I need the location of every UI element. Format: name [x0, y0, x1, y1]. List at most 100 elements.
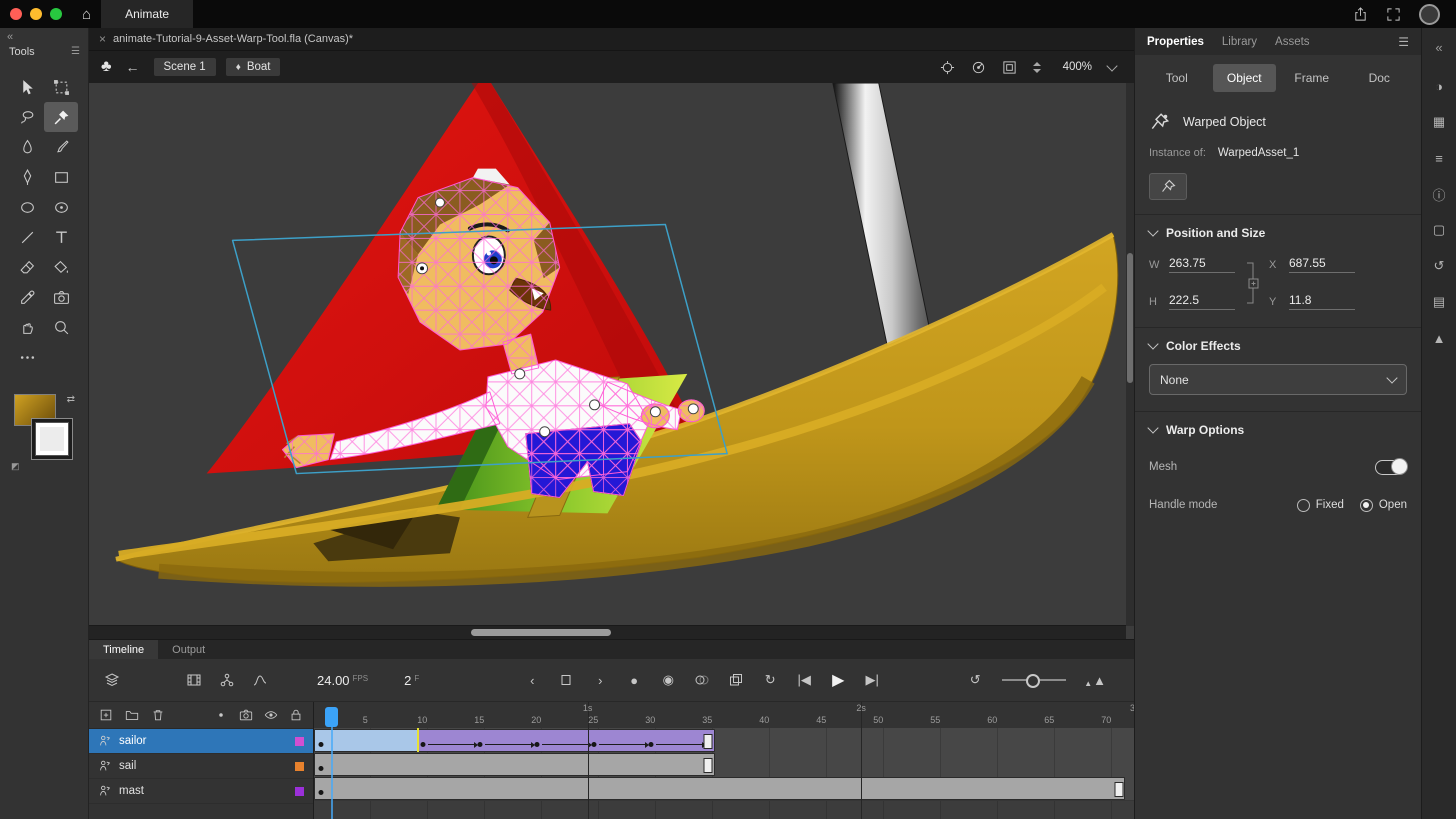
timeline-playhead[interactable]	[325, 707, 337, 727]
layer-sailor[interactable]: sailor	[89, 729, 313, 754]
more-tools[interactable]	[10, 342, 44, 372]
keyframe-dot[interactable]	[421, 742, 426, 747]
swap-asset-button[interactable]	[1149, 173, 1187, 200]
y-field[interactable]: Y 11.8	[1269, 293, 1355, 310]
onion-skin-button[interactable]: ◉	[659, 672, 677, 688]
layer-parenting-icon[interactable]	[218, 672, 236, 688]
timeline-frames[interactable]: 1s2s3s510152025303540455055606570	[314, 702, 1134, 819]
align-panel-icon[interactable]: ≡	[1424, 140, 1454, 176]
timeline-zoom-slider[interactable]	[1002, 679, 1066, 681]
keyframe-dot[interactable]	[649, 742, 654, 747]
handle-mode-fixed[interactable]: Fixed	[1297, 499, 1344, 512]
rectangle-tool[interactable]	[44, 162, 78, 192]
slider-knob[interactable]	[1026, 674, 1040, 688]
fluid-brush-tool[interactable]	[10, 132, 44, 162]
layer-color-chip[interactable]	[295, 737, 304, 746]
close-window-button[interactable]	[10, 8, 22, 20]
lasso-tool[interactable]	[10, 102, 44, 132]
timeline-tab-timeline[interactable]: Timeline	[89, 640, 158, 659]
pen-tool[interactable]	[10, 162, 44, 192]
panel-tab-properties[interactable]: Properties	[1147, 36, 1204, 48]
clip-content-icon[interactable]	[1002, 60, 1017, 75]
warp-options-header[interactable]: Warp Options	[1135, 412, 1421, 448]
document-tab-title[interactable]: animate-Tutorial-9-Asset-Warp-Tool.fla (…	[113, 33, 353, 45]
collapse-panels-icon[interactable]: «	[1424, 34, 1454, 60]
hand-tool[interactable]	[10, 312, 44, 342]
center-stage-icon[interactable]	[940, 60, 955, 75]
timeline-tab-output[interactable]: Output	[158, 640, 219, 659]
text-tool[interactable]	[44, 222, 78, 252]
primitive-oval-tool[interactable]	[44, 192, 78, 222]
eyedropper-tool[interactable]	[10, 282, 44, 312]
eraser-tool[interactable]	[10, 252, 44, 282]
swap-colors-icon[interactable]: ⇄	[67, 394, 75, 405]
onion-outline-button[interactable]	[693, 672, 711, 688]
frame-span[interactable]	[314, 753, 715, 776]
go-to-first-frame-button[interactable]: |◀	[795, 672, 813, 688]
height-field[interactable]: H 222.5	[1149, 293, 1235, 310]
zoom-control[interactable]: 400%	[1057, 58, 1122, 76]
film-strip-icon[interactable]	[185, 672, 203, 688]
home-icon[interactable]: ⌂	[82, 6, 91, 23]
properties-subtab-frame[interactable]: Frame	[1280, 64, 1344, 92]
app-tab-animate[interactable]: Animate	[101, 0, 193, 28]
close-document-icon[interactable]: ×	[99, 32, 106, 46]
selection-tool[interactable]	[10, 72, 44, 102]
properties-subtab-tool[interactable]: Tool	[1145, 64, 1209, 92]
x-value[interactable]: 687.55	[1289, 256, 1355, 273]
width-value[interactable]: 263.75	[1169, 256, 1235, 273]
keyframe-dot[interactable]	[318, 790, 323, 795]
swatches-panel-icon[interactable]: ▦	[1424, 104, 1454, 140]
panel-menu-icon[interactable]: ☰	[1398, 35, 1409, 49]
zoom-tool[interactable]	[44, 312, 78, 342]
x-field[interactable]: X 687.55	[1269, 256, 1355, 273]
rotation-icon[interactable]	[971, 60, 986, 75]
minimize-window-button[interactable]	[30, 8, 42, 20]
frame-span[interactable]	[417, 729, 715, 752]
profile-avatar[interactable]	[1419, 4, 1440, 25]
y-value[interactable]: 11.8	[1289, 293, 1355, 310]
classic-brush-tool[interactable]	[44, 132, 78, 162]
properties-subtab-object[interactable]: Object	[1213, 64, 1277, 92]
breadcrumb-symbol[interactable]: ♦ Boat	[226, 58, 281, 76]
layers-icon[interactable]	[103, 672, 121, 688]
panel-tab-library[interactable]: Library	[1222, 36, 1257, 48]
play-button[interactable]: ▶	[829, 670, 847, 690]
paint-bucket-tool[interactable]	[44, 252, 78, 282]
stage-artwork[interactable]	[89, 83, 1134, 626]
motion-presets-panel-icon[interactable]: ▲	[1424, 320, 1454, 356]
camera-tool[interactable]	[44, 282, 78, 312]
visibility-column-icon[interactable]	[264, 708, 278, 722]
breadcrumb-scene[interactable]: Scene 1	[154, 58, 216, 76]
current-frame-control[interactable]: 2 F	[404, 673, 419, 688]
link-dimensions-icon[interactable]	[1235, 255, 1269, 311]
share-icon[interactable]	[1353, 7, 1368, 22]
horizontal-scrollbar[interactable]	[89, 625, 1126, 639]
color-panel-icon[interactable]: ◑	[1424, 68, 1454, 104]
zoom-window-button[interactable]	[50, 8, 62, 20]
highlight-column-icon[interactable]	[214, 708, 228, 722]
width-field[interactable]: W 263.75	[1149, 256, 1235, 273]
properties-subtab-doc[interactable]: Doc	[1348, 64, 1412, 92]
keyframe-dot[interactable]	[478, 742, 483, 747]
new-folder-button[interactable]	[125, 708, 139, 722]
camera-column-icon[interactable]	[239, 708, 253, 722]
asset-warp-tool[interactable]	[44, 102, 78, 132]
keyframe-dot[interactable]	[592, 742, 597, 747]
graph-editor-icon[interactable]	[251, 672, 269, 688]
panel-tab-assets[interactable]: Assets	[1275, 36, 1310, 48]
layer-color-chip[interactable]	[295, 787, 304, 796]
stage-canvas[interactable]	[89, 83, 1134, 639]
handle-mode-open[interactable]: Open	[1360, 499, 1407, 512]
components-panel-icon[interactable]: ▤	[1424, 284, 1454, 320]
vertical-scrollbar[interactable]	[1126, 83, 1134, 626]
frames-row-sail[interactable]	[314, 752, 1134, 777]
loop-button[interactable]: ↻	[761, 672, 779, 688]
layer-mast[interactable]: mast	[89, 779, 313, 804]
fps-control[interactable]: 24.00 FPS	[317, 673, 368, 688]
reset-timeline-zoom-icon[interactable]: ↺	[966, 672, 984, 688]
position-size-header[interactable]: Position and Size	[1135, 215, 1421, 251]
vertical-scroll-thumb[interactable]	[1127, 253, 1133, 383]
horizontal-scroll-thumb[interactable]	[471, 629, 611, 636]
step-back-button[interactable]: ‹	[523, 673, 541, 688]
